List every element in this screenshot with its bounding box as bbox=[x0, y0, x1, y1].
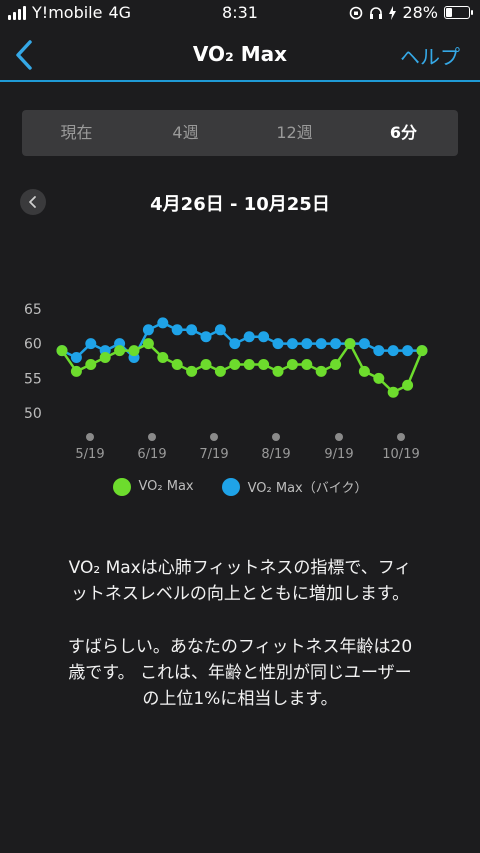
status-bar: Y!mobile 4G 8:31 28% bbox=[0, 0, 480, 26]
x-tick-label: 6/19 bbox=[137, 447, 166, 462]
x-tick-dot bbox=[148, 433, 156, 441]
data-point-vo2max-bike bbox=[402, 345, 414, 357]
data-point-vo2max-bike bbox=[301, 338, 313, 350]
data-point-vo2max-bike bbox=[85, 338, 97, 350]
data-point-vo2max-bike bbox=[214, 324, 226, 336]
data-point-vo2max bbox=[301, 358, 313, 370]
data-point-vo2max bbox=[128, 345, 140, 357]
tab-4-weeks[interactable]: 4週 bbox=[131, 110, 240, 156]
vo2max-chart: 65 60 55 50 5/19 6/19 7/19 8/19 9/19 10/19 bbox=[24, 302, 428, 462]
data-point-vo2max bbox=[114, 345, 126, 357]
data-point-vo2max-bike bbox=[157, 317, 169, 329]
description-line: VO₂ Maxは心肺フィットネスの指標で、フィ bbox=[68, 558, 412, 578]
data-point-vo2max bbox=[286, 358, 298, 370]
data-point-vo2max-bike bbox=[229, 338, 241, 350]
data-point-vo2max bbox=[85, 358, 97, 370]
data-point-vo2max bbox=[186, 365, 198, 377]
help-button[interactable]: ヘルプ bbox=[400, 41, 460, 70]
data-point-vo2max-bike bbox=[243, 331, 255, 343]
data-point-vo2max bbox=[344, 338, 356, 350]
y-tick-label: 65 bbox=[24, 302, 42, 318]
rotation-lock-icon bbox=[350, 6, 363, 19]
x-tick-label: 8/19 bbox=[261, 447, 290, 462]
data-point-vo2max-bike bbox=[200, 331, 212, 343]
y-tick-label: 55 bbox=[24, 371, 42, 387]
data-point-vo2max-bike bbox=[171, 324, 183, 336]
description-line: ットネスレベルの向上とともに増加します。 bbox=[70, 584, 410, 604]
legend-item-vo2max: VO₂ Max bbox=[112, 477, 194, 496]
legend-label-vo2max: VO₂ Max bbox=[138, 479, 194, 494]
tab-current[interactable]: 現在 bbox=[22, 110, 131, 156]
data-point-vo2max bbox=[214, 365, 226, 377]
legend-item-vo2max-bike: VO₂ Max（バイク） bbox=[221, 477, 368, 496]
date-range-title: 4月26日 - 10月25日 bbox=[150, 194, 330, 215]
message-line: 歳です。 これは、年齢と性別が同じユーザー bbox=[68, 663, 412, 683]
tab-6-months[interactable]: 6分 bbox=[349, 110, 458, 156]
data-point-vo2max-bike bbox=[387, 345, 399, 357]
data-point-vo2max bbox=[99, 352, 111, 364]
nav-bar: VO₂ Max ヘルプ bbox=[0, 26, 480, 82]
chart-legend: VO₂ Max VO₂ Max（バイク） bbox=[0, 477, 480, 496]
data-point-vo2max bbox=[157, 352, 169, 364]
period-tabs: 現在 4週 12週 6分 bbox=[22, 110, 458, 156]
y-tick-label: 50 bbox=[24, 406, 42, 422]
data-point-vo2max-bike bbox=[272, 338, 284, 350]
battery-fill bbox=[446, 8, 452, 17]
x-tick-dot bbox=[272, 433, 280, 441]
legend-label-vo2max-bike: VO₂ Max（バイク） bbox=[247, 481, 368, 496]
data-point-vo2max bbox=[56, 345, 68, 357]
data-point-vo2max-bike bbox=[258, 331, 270, 343]
battery-icon bbox=[444, 6, 473, 19]
data-point-vo2max-bike bbox=[358, 338, 370, 350]
data-point-vo2max bbox=[272, 365, 284, 377]
fitness-age-message: すばらしい。あなたのフィットネス年齢は20 歳です。 これは、年齢と性別が同じユ… bbox=[20, 634, 460, 712]
data-point-vo2max bbox=[200, 358, 212, 370]
data-point-vo2max-bike bbox=[70, 352, 82, 364]
data-point-vo2max bbox=[229, 358, 241, 370]
message-line: すばらしい。あなたのフィットネス年齢は20 bbox=[67, 637, 413, 657]
x-tick-dot bbox=[335, 433, 343, 441]
legend-blue-dot bbox=[221, 477, 240, 496]
status-right: 28% bbox=[349, 3, 473, 22]
message-line: の上位1%に相当します。 bbox=[142, 689, 338, 709]
data-point-vo2max bbox=[243, 358, 255, 370]
vo2max-description: VO₂ Maxは心肺フィットネスの指標で、フィ ットネスレベルの向上とともに増加… bbox=[20, 555, 460, 607]
x-tick-dot bbox=[397, 433, 405, 441]
data-point-vo2max bbox=[402, 379, 414, 391]
data-point-vo2max-bike bbox=[373, 345, 385, 357]
data-point-vo2max-bike bbox=[330, 338, 342, 350]
headphones-icon bbox=[370, 6, 383, 19]
data-point-vo2max bbox=[373, 372, 385, 384]
data-point-vo2max bbox=[330, 358, 342, 370]
x-tick-label: 9/19 bbox=[324, 447, 353, 462]
data-point-vo2max-bike bbox=[286, 338, 298, 350]
data-point-vo2max-bike bbox=[142, 324, 154, 336]
data-point-vo2max bbox=[70, 365, 82, 377]
x-tick-dot bbox=[86, 433, 94, 441]
data-point-vo2max bbox=[416, 345, 428, 357]
data-point-vo2max bbox=[171, 358, 183, 370]
x-tick-label: 5/19 bbox=[75, 447, 104, 462]
y-tick-label: 60 bbox=[24, 337, 42, 353]
legend-green-dot bbox=[112, 477, 131, 496]
data-point-vo2max bbox=[315, 365, 327, 377]
x-tick-dot bbox=[210, 433, 218, 441]
x-tick-label: 7/19 bbox=[199, 447, 228, 462]
data-point-vo2max bbox=[358, 365, 370, 377]
data-point-vo2max bbox=[387, 386, 399, 398]
x-tick-label: 10/19 bbox=[382, 447, 419, 462]
battery-percent: 28% bbox=[402, 3, 438, 22]
charging-icon bbox=[389, 5, 397, 20]
data-point-vo2max-bike bbox=[315, 338, 327, 350]
data-point-vo2max bbox=[142, 338, 154, 350]
tab-12-weeks[interactable]: 12週 bbox=[240, 110, 349, 156]
data-point-vo2max-bike bbox=[186, 324, 198, 336]
data-point-vo2max bbox=[258, 358, 270, 370]
